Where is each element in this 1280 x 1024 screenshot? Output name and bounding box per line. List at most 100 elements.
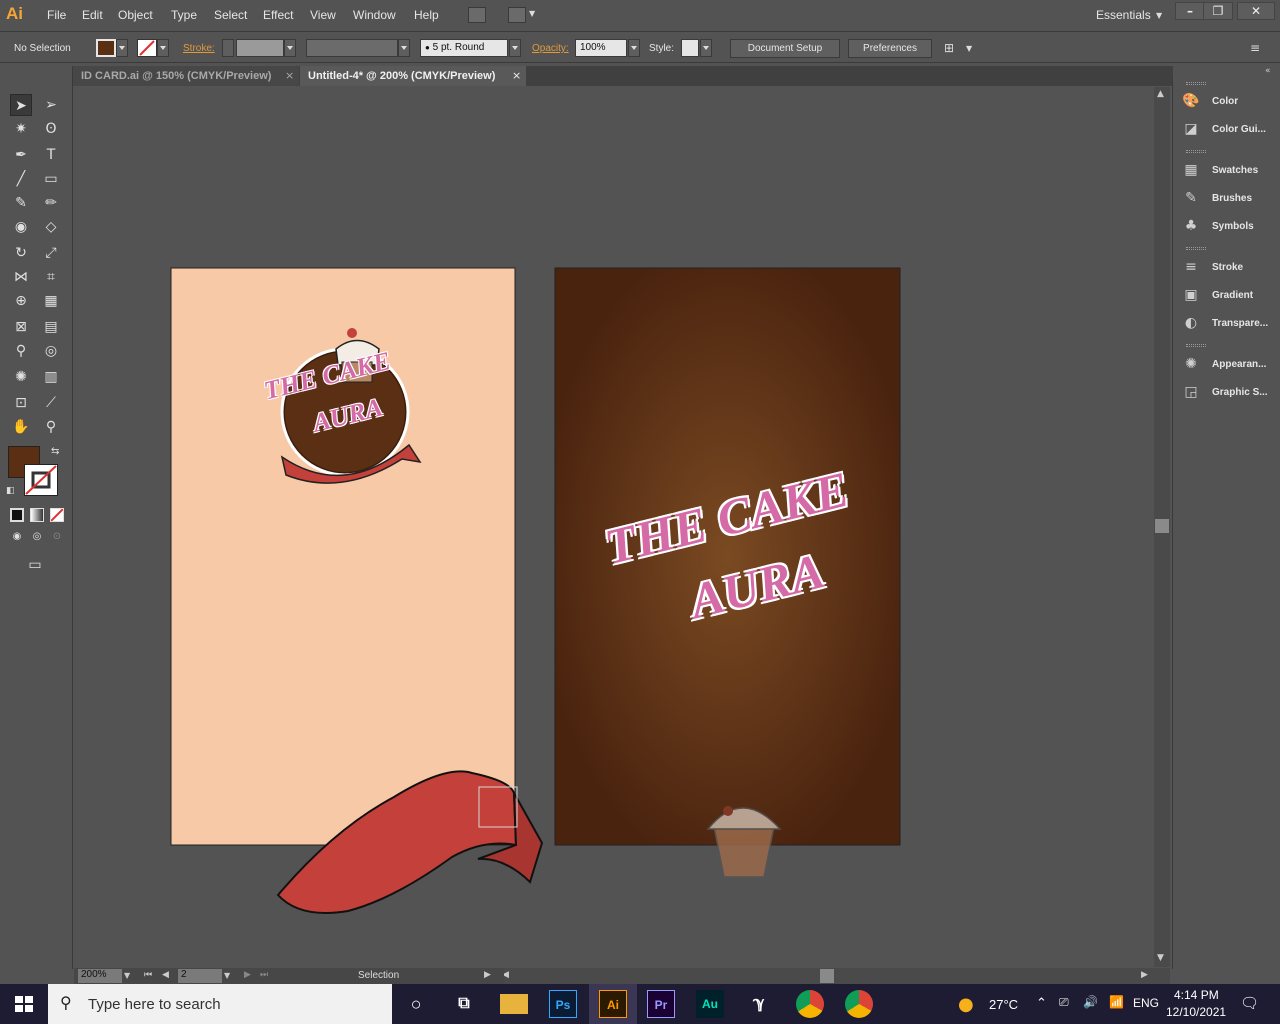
color-mode-icon[interactable] (10, 508, 24, 522)
stroke-dropdown[interactable] (157, 39, 169, 57)
scroll-right-icon[interactable]: ▶ (1141, 970, 1148, 980)
chrome-icon[interactable] (796, 990, 824, 1018)
panel-grip[interactable] (1186, 150, 1206, 153)
panel-color[interactable]: 🎨 Color (1182, 91, 1278, 113)
screen-mode-icon[interactable]: ▭ (24, 554, 46, 576)
cortana-icon[interactable]: ○ (402, 990, 430, 1018)
tab-id-card[interactable]: ID CARD.ai @ 150% (CMYK/Preview) × (73, 66, 299, 86)
first-artboard-icon[interactable]: ⏮ (144, 970, 152, 980)
panel-color-guide[interactable]: ◪ Color Gui... (1182, 119, 1278, 141)
tab-untitled-4[interactable]: Untitled-4* @ 200% (CMYK/Preview) × (300, 66, 526, 86)
fill-dropdown[interactable] (116, 39, 128, 57)
status-menu-icon[interactable]: ▶ (484, 970, 491, 980)
zoom-tool-icon[interactable]: ⚲ (40, 416, 62, 438)
width-tool-icon[interactable]: ⋈ (10, 266, 32, 288)
weather-temperature[interactable]: 27°C (989, 997, 1018, 1012)
taskbar-search-box[interactable]: ⚲ Type here to search (48, 984, 392, 1024)
panel-stroke[interactable]: ≡ Stroke (1182, 257, 1278, 279)
tab-close-icon[interactable]: × (285, 69, 294, 82)
artboard-dropdown-icon[interactable]: ▼ (224, 971, 230, 980)
minimize-button[interactable]: – (1175, 2, 1205, 20)
last-artboard-icon[interactable]: ⏭ (260, 970, 268, 980)
panel-appearance[interactable]: ✺ Appearan... (1182, 354, 1278, 376)
document-setup-button[interactable]: Document Setup (730, 39, 840, 58)
menu-window[interactable]: Window (353, 8, 396, 22)
draw-normal-icon[interactable]: ◉ (8, 528, 26, 546)
default-colors-icon[interactable]: ◧ (6, 486, 15, 496)
mesh-tool-icon[interactable]: ⊠ (10, 316, 32, 338)
stroke-weight-field[interactable] (236, 39, 284, 57)
preferences-button[interactable]: Preferences (848, 39, 932, 58)
panel-menu-icon[interactable]: ≡ (1250, 41, 1260, 55)
chrome-profile-icon[interactable] (845, 990, 873, 1018)
menu-effect[interactable]: Effect (263, 8, 293, 22)
gradient-mode-icon[interactable] (30, 508, 44, 522)
swap-colors-icon[interactable]: ⇆ (51, 446, 59, 457)
file-explorer-icon[interactable] (500, 994, 528, 1014)
scroll-up-icon[interactable]: ▲ (1157, 89, 1164, 99)
magic-wand-tool-icon[interactable]: ✷ (10, 118, 32, 140)
vertical-scrollbar[interactable]: ▲ ▼ (1154, 87, 1170, 967)
panel-grip[interactable] (1186, 82, 1206, 85)
photoshop-icon[interactable]: Ps (549, 990, 577, 1018)
zoom-field[interactable]: 200% (78, 969, 122, 983)
close-window-button[interactable]: ✕ (1237, 2, 1275, 20)
artboard-canvas[interactable]: THE CAKE AURA THE CAKE AURA (74, 87, 1154, 967)
clock-date[interactable]: 12/10/2021 (1166, 1005, 1226, 1019)
restore-button[interactable]: ❐ (1203, 2, 1233, 20)
stroke-weight-dropdown[interactable] (284, 39, 296, 57)
paintbrush-tool-icon[interactable]: ✎ (10, 192, 32, 214)
zoom-dropdown-icon[interactable]: ▼ (124, 971, 130, 980)
wifi-icon[interactable]: 📶 (1109, 995, 1124, 1009)
menu-view[interactable]: View (310, 8, 336, 22)
panel-grip[interactable] (1186, 344, 1206, 347)
free-transform-tool-icon[interactable]: ⌗ (40, 266, 62, 288)
arrange-documents-button[interactable] (508, 7, 526, 23)
stroke-color-box[interactable] (24, 464, 58, 496)
menu-type[interactable]: Type (171, 8, 197, 22)
graphic-style-swatch[interactable] (681, 39, 699, 57)
shape-builder-tool-icon[interactable]: ⊕ (10, 290, 32, 312)
panel-transparency[interactable]: ◐ Transpare... (1182, 313, 1278, 335)
type-tool-icon[interactable]: T (40, 144, 62, 166)
stroke-weight-stepper[interactable] (222, 39, 234, 57)
lasso-tool-icon[interactable]: ʘ (40, 118, 62, 140)
panel-brushes[interactable]: ✎ Brushes (1182, 188, 1278, 210)
draw-inside-icon[interactable]: ⊙ (48, 528, 66, 546)
menu-help[interactable]: Help (414, 8, 439, 22)
workspace-switcher[interactable]: Essentials (1096, 8, 1151, 22)
blob-brush-tool-icon[interactable]: ◉ (10, 216, 32, 238)
panel-symbols[interactable]: ♣ Symbols (1182, 216, 1278, 238)
clock-time[interactable]: 4:14 PM (1174, 988, 1219, 1002)
bridge-button[interactable] (468, 7, 486, 23)
blend-tool-icon[interactable]: ◎ (40, 340, 62, 362)
perspective-grid-tool-icon[interactable]: ▦ (40, 290, 62, 312)
brush-dropdown[interactable] (509, 39, 521, 57)
brush-definition-field[interactable]: ● 5 pt. Round (420, 39, 508, 57)
eyedropper-tool-icon[interactable]: ⚲ (10, 340, 32, 362)
opacity-dropdown[interactable] (628, 39, 640, 57)
gradient-tool-icon[interactable]: ▤ (40, 316, 62, 338)
variable-width-dropdown[interactable] (398, 39, 410, 57)
language-indicator[interactable]: ENG (1133, 996, 1159, 1010)
direct-selection-tool-icon[interactable]: ➢ (40, 94, 62, 116)
workspace-dropdown-icon[interactable]: ▼ (1156, 11, 1162, 20)
weather-sun-icon[interactable]: ● (958, 994, 974, 1015)
slice-tool-icon[interactable]: ⟋ (40, 392, 62, 414)
menu-object[interactable]: Object (118, 8, 153, 22)
previous-artboard-icon[interactable]: ◀ (162, 970, 169, 980)
artboard-number-field[interactable]: 2 (178, 969, 222, 983)
task-view-icon[interactable]: ⧉ (450, 990, 478, 1018)
next-artboard-icon[interactable]: ▶ (244, 970, 251, 980)
menu-select[interactable]: Select (214, 8, 247, 22)
variable-width-field[interactable] (306, 39, 398, 57)
opacity-field[interactable]: 100% (575, 39, 627, 57)
opacity-label[interactable]: Opacity: (532, 43, 569, 54)
panel-swatches[interactable]: ▦ Swatches (1182, 160, 1278, 182)
symbol-sprayer-tool-icon[interactable]: ✺ (10, 366, 32, 388)
tray-overflow-icon[interactable]: ⌃ (1036, 995, 1047, 1011)
panel-gradient[interactable]: ▣ Gradient (1182, 285, 1278, 307)
stroke-swatch[interactable] (137, 39, 157, 57)
windows-start-icon[interactable] (0, 984, 48, 1024)
column-graph-tool-icon[interactable]: ▥ (40, 366, 62, 388)
